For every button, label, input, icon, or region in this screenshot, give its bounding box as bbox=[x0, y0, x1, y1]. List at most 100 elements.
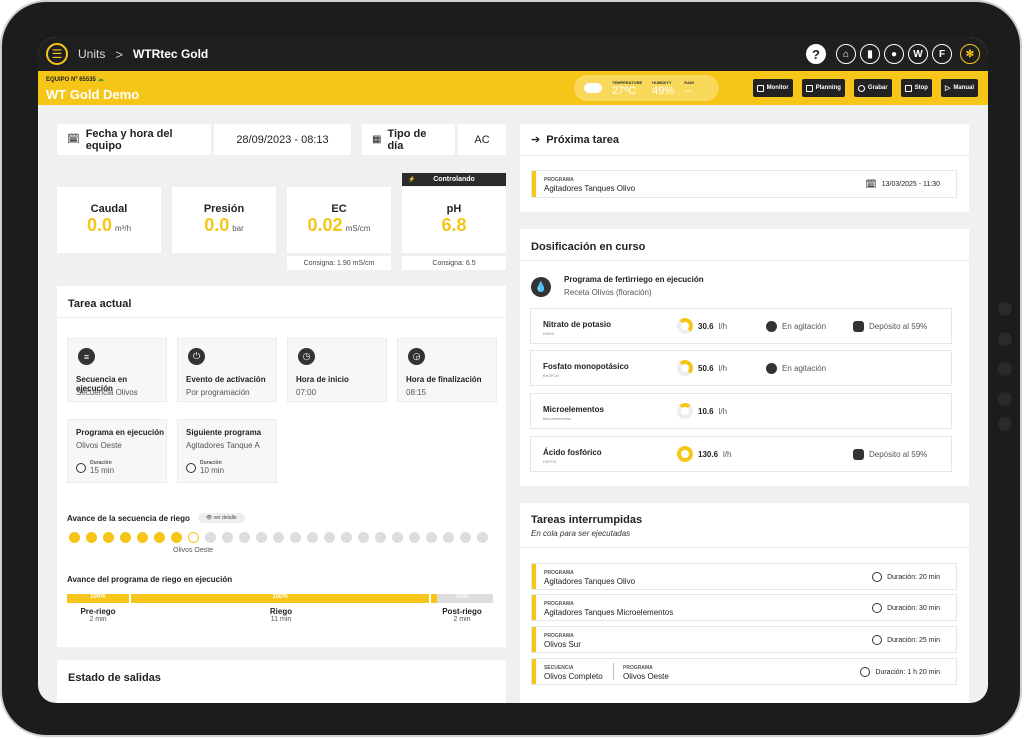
stop-button[interactable]: Stop bbox=[900, 79, 932, 97]
siguiente-duration: Duración 10 min bbox=[186, 460, 224, 475]
fecha-label-card: 🗓 Fecha y hora del equipo bbox=[57, 124, 211, 155]
weather-widget: TEMPERATURE 27ºC HUMIDITY 49% RAIN -- bbox=[574, 75, 719, 101]
sequence-step bbox=[120, 532, 131, 543]
divider bbox=[613, 663, 614, 680]
row-duration: Duración: 30 min bbox=[872, 603, 940, 613]
chart-icon[interactable]: ▮ bbox=[860, 44, 880, 64]
interrupted-row[interactable]: PROGRAMA Agitadores Tanques Microelement… bbox=[531, 594, 957, 621]
presion-number: 0.0 bbox=[204, 215, 230, 235]
breadcrumb-current: WTRtec Gold bbox=[132, 47, 209, 61]
power-icon: ⏻ bbox=[188, 348, 205, 365]
tarea-actual-card: Tarea actual ≡ Secuencia en ejecución Se… bbox=[57, 286, 506, 647]
sequence-step bbox=[222, 532, 233, 543]
row-accent bbox=[532, 659, 536, 684]
sequence-step bbox=[477, 532, 488, 543]
dose-rate-unit: l/h bbox=[718, 363, 728, 373]
tipo-dia-value-card: AC bbox=[458, 124, 506, 155]
clock-icon bbox=[186, 462, 196, 473]
dose-rate: 130.6 l/h bbox=[677, 446, 731, 462]
ph-value: 6.8 bbox=[441, 215, 467, 235]
pre-riego-bar: 100% bbox=[67, 594, 129, 603]
tablet-frame: ☰ Units > WTRtec Gold ? ⌂ ▮ ● W F ✻ EQUI… bbox=[2, 2, 1020, 735]
programa-duration: Duración 15 min bbox=[76, 460, 114, 475]
clock-icon bbox=[872, 603, 883, 613]
equipment-number: EQUIPO Nº 65535 ☁ bbox=[46, 77, 104, 83]
rate-ring-icon bbox=[677, 318, 693, 334]
tipo-dia-label-card: ▦ Tipo de día bbox=[362, 124, 455, 155]
f-icon[interactable]: F bbox=[932, 44, 952, 64]
riego-name: Riego bbox=[269, 607, 293, 616]
planning-button[interactable]: Planning bbox=[801, 79, 845, 97]
ec-card: EC 0.02 mS/cm bbox=[287, 187, 391, 253]
programa-progress-bar: 100% 100% 10% bbox=[67, 594, 493, 603]
divider bbox=[520, 260, 969, 261]
calendar-clock-icon: 🗓 bbox=[865, 179, 877, 189]
estado-salidas-card: Estado de salidas bbox=[57, 660, 506, 703]
manual-button[interactable]: ▷ Manual bbox=[940, 79, 978, 97]
breadcrumb-units[interactable]: Units bbox=[78, 47, 105, 61]
home-icon[interactable]: ⌂ bbox=[836, 44, 856, 64]
ph-card: pH 6.8 bbox=[402, 187, 506, 253]
calendar-clock-icon: 🗓 bbox=[67, 134, 80, 145]
sequence-step bbox=[290, 532, 301, 543]
location-icon[interactable]: ● bbox=[884, 44, 904, 64]
row-duration: Duración: 1 h 20 min bbox=[860, 667, 940, 677]
rate-ring-icon bbox=[677, 403, 693, 419]
sequence-step bbox=[307, 532, 318, 543]
sequence-step bbox=[409, 532, 420, 543]
dose-rate: 50.6 l/h bbox=[677, 360, 727, 376]
grabar-button[interactable]: Grabar bbox=[853, 79, 892, 97]
proxima-date-value: 13/03/2025 - 11:30 bbox=[881, 181, 940, 188]
camera bbox=[998, 362, 1012, 376]
proxima-prog-label: PROGRAMA bbox=[544, 177, 574, 183]
post-riego-caption: Post-riego 2 min bbox=[431, 607, 493, 623]
ec-label: EC bbox=[331, 203, 347, 215]
dosificacion-title: Dosificación en curso bbox=[531, 241, 646, 253]
tile-evento: ⏻ Evento de activación Por programación bbox=[177, 338, 277, 402]
breadcrumb-separator: > bbox=[115, 46, 123, 62]
tarea-actual-title: Tarea actual bbox=[68, 298, 132, 310]
row-name: Olivos Sur bbox=[544, 640, 581, 649]
tipo-dia-label: Tipo de día bbox=[387, 127, 427, 152]
proxima-row[interactable]: PROGRAMA Agitadores Tanques Olivo 🗓 13/0… bbox=[531, 170, 957, 198]
row-duration-value: Duración: 1 h 20 min bbox=[875, 668, 940, 676]
temperature-value: 27ºC bbox=[612, 84, 637, 97]
dose-rate-value: 10.6 bbox=[698, 406, 714, 416]
deposit-text: Depósito al 59% bbox=[869, 450, 928, 459]
interrupted-row[interactable]: PROGRAMA Agitadores Tanques Olivo Duraci… bbox=[531, 563, 957, 590]
tile-hora-inicio-title: Hora de inicio bbox=[296, 375, 349, 384]
row-accent bbox=[532, 595, 536, 620]
monitor-button[interactable]: Monitor bbox=[752, 79, 793, 97]
rate-ring-icon bbox=[677, 446, 693, 462]
dose-rate-value: 130.6 bbox=[698, 449, 719, 459]
dose-row: Ácido fosfórico H3PO4 130.6 l/h Depósito … bbox=[530, 436, 952, 472]
tile-hora-inicio: ◷ Hora de inicio 07:00 bbox=[287, 338, 387, 402]
interrupted-row[interactable]: PROGRAMA Olivos Sur Duración: 25 min bbox=[531, 626, 957, 653]
ec-consigna-card: Consigna: 1.90 mS/cm bbox=[287, 256, 391, 270]
tile-secuencia: ≡ Secuencia en ejecución Secuencia Olivo… bbox=[67, 338, 167, 402]
avance-programa-label: Avance del programa de riego en ejecució… bbox=[67, 575, 233, 584]
tile-hora-fin-value: 08:15 bbox=[406, 388, 427, 397]
gear-icon[interactable]: ✻ bbox=[960, 44, 980, 64]
duration-value: 15 min bbox=[90, 466, 115, 475]
w-icon[interactable]: W bbox=[908, 44, 928, 64]
sequence-step bbox=[205, 532, 216, 543]
help-icon[interactable]: ? bbox=[806, 44, 826, 64]
arrow-circle-icon: ➔ bbox=[531, 134, 541, 146]
sequence-step bbox=[171, 532, 182, 543]
ver-detalle-button[interactable]: 👁 ver detalle bbox=[197, 513, 245, 523]
sequence-step bbox=[460, 532, 471, 543]
agitation-text: En agitación bbox=[782, 364, 827, 373]
dose-formula: H3PO4 bbox=[543, 459, 557, 464]
fan-icon bbox=[766, 321, 777, 332]
ec-unit: mS/cm bbox=[345, 224, 371, 233]
header-buttons: Monitor Planning Grabar Stop ▷ Manual bbox=[752, 79, 978, 97]
play-icon: ▷ bbox=[944, 85, 951, 92]
fertirriego-title: Programa de fertirriego en ejecución bbox=[564, 275, 704, 284]
interrupted-row[interactable]: SECUENCIA Olivos Completo PROGRAMA Olivo… bbox=[531, 658, 957, 685]
sequence-step bbox=[69, 532, 80, 543]
row-accent bbox=[532, 171, 536, 197]
menu-icon[interactable]: ☰ bbox=[46, 43, 68, 65]
sequence-step bbox=[341, 532, 352, 543]
planning-label: Planning bbox=[815, 85, 841, 91]
